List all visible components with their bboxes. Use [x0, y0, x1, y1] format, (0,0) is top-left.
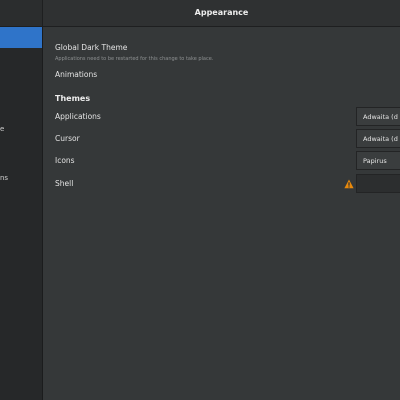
settings-panel: Global Dark Theme Applications need to b… — [43, 27, 400, 400]
applications-label: Applications — [55, 112, 101, 121]
cursor-theme-dropdown[interactable]: Adwaita (d — [356, 129, 400, 148]
warning-icon — [344, 179, 354, 189]
applications-theme-dropdown[interactable]: Adwaita (d — [356, 107, 400, 126]
window-title: Appearance — [194, 8, 249, 17]
icons-theme-value: Papirus — [363, 157, 387, 165]
animations-label: Animations — [55, 70, 98, 79]
icons-theme-dropdown[interactable]: Papirus — [356, 151, 400, 170]
cursor-theme-value: Adwaita (d — [363, 135, 398, 143]
header-bar: Appearance — [43, 0, 400, 27]
sidebar-header — [0, 0, 43, 27]
applications-theme-value: Adwaita (d — [363, 113, 398, 121]
shell-theme-dropdown[interactable] — [356, 174, 400, 193]
sidebar: e ns — [0, 27, 43, 400]
shell-label: Shell — [55, 179, 74, 188]
sidebar-item-selected[interactable] — [0, 27, 42, 48]
sidebar-item-partial-ns[interactable]: ns — [0, 174, 8, 182]
global-dark-theme-sublabel: Applications need to be restarted for th… — [55, 56, 214, 62]
themes-heading: Themes — [55, 94, 91, 103]
icons-label: Icons — [55, 156, 75, 165]
cursor-label: Cursor — [55, 134, 80, 143]
sidebar-item-partial-e[interactable]: e — [0, 125, 4, 133]
global-dark-theme-label: Global Dark Theme — [55, 43, 128, 52]
